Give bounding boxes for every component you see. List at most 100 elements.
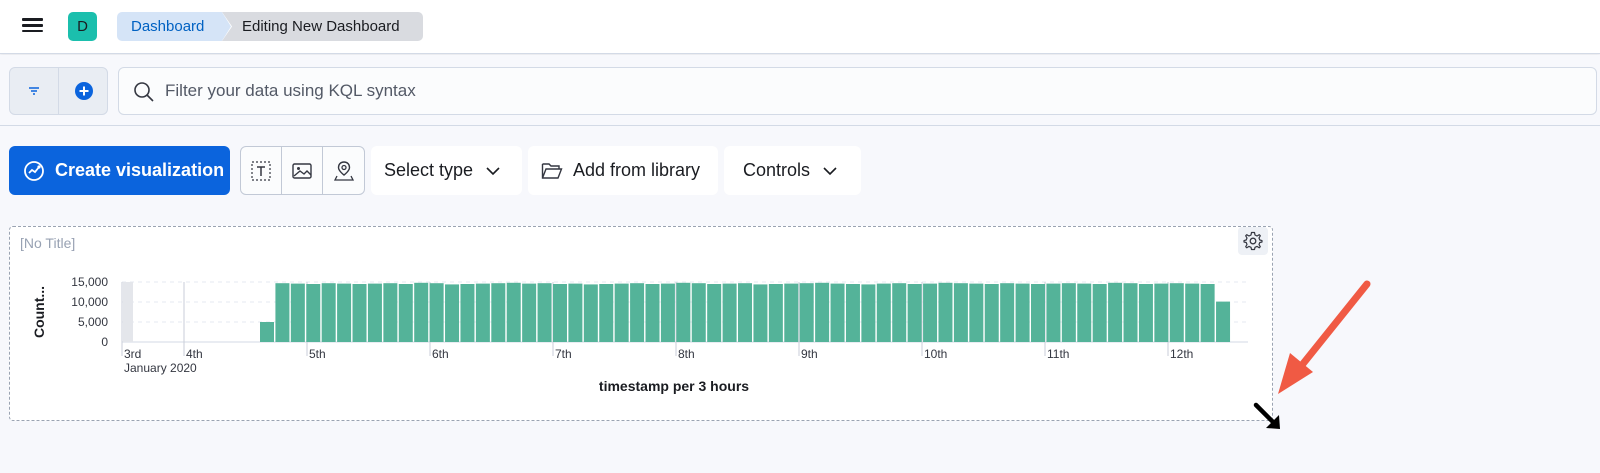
chart-bar [1154, 283, 1169, 342]
plus-circle-icon [74, 82, 93, 100]
x-tick-label: 5th [309, 347, 326, 361]
create-visualization-label: Create visualization [55, 160, 225, 180]
chart-bar [352, 284, 367, 342]
chart-bar [445, 284, 460, 342]
chart-bar [1061, 283, 1076, 342]
chart-bar [260, 322, 274, 342]
chart-bar [398, 284, 413, 342]
chart-bar [614, 283, 629, 342]
chart-bar [953, 283, 968, 342]
gear-icon [1243, 231, 1263, 251]
x-tick-label: 6th [432, 347, 449, 361]
x-tick-label: 3rd [124, 347, 141, 361]
chart-bar [1169, 283, 1184, 342]
chart-bar [583, 284, 598, 342]
chart-bar [738, 283, 753, 342]
menu-icon[interactable] [20, 15, 46, 39]
add-filter-button[interactable] [59, 68, 107, 114]
avatar[interactable]: D [68, 12, 97, 41]
add-from-library-label: Add from library [573, 160, 701, 180]
breadcrumb-editing: Editing New Dashboard [222, 12, 423, 41]
search-icon [134, 82, 154, 102]
folder-open-icon [541, 162, 563, 179]
chart-bar [676, 282, 691, 342]
chart-bar [1031, 284, 1045, 342]
chart-bar [630, 283, 645, 342]
chart-bar [1123, 283, 1138, 342]
chart-bar [429, 283, 444, 342]
chart-bar [475, 283, 490, 342]
chart-bar [506, 282, 521, 342]
chart-bar [892, 283, 907, 342]
panel-options-button[interactable] [1238, 227, 1268, 255]
chart-bar [1216, 301, 1231, 342]
query-bar [0, 55, 1600, 126]
visualization-panel[interactable]: 15,000 10,000 5,000 0 3rd 4th 5th 6th 7th 8th 9th 1… [9, 226, 1273, 421]
chevron-down-icon [486, 166, 500, 175]
partial-bucket-shade [123, 282, 133, 342]
chart-bar [768, 284, 783, 342]
chart-bar [799, 283, 814, 342]
y-tick-label: 15,000 [71, 275, 108, 289]
breadcrumb-dashboard[interactable]: Dashboard [117, 12, 231, 41]
red-annotation-arrow [1278, 280, 1371, 394]
chart-bar [537, 283, 552, 342]
visualize-app-icon [24, 160, 44, 181]
panel-title: [No Title] [20, 235, 76, 251]
chart-bar [491, 283, 506, 342]
chart-bar [753, 284, 768, 342]
select-type-dropdown[interactable]: Select type [371, 146, 522, 195]
add-map-button[interactable] [323, 147, 364, 194]
chart-bar [923, 283, 938, 342]
filter-menu-button[interactable] [10, 68, 59, 114]
image-icon [292, 162, 312, 179]
chart-bar [337, 283, 352, 342]
add-text-button[interactable] [241, 147, 282, 194]
x-tick-label: 10th [924, 347, 947, 361]
y-axis-title: Count... [31, 286, 47, 338]
chart-bar [321, 283, 336, 342]
search-input[interactable] [165, 68, 1565, 114]
chart-bar [1000, 283, 1015, 342]
x-tick-label: 7th [555, 347, 572, 361]
x-tick-label: 4th [186, 347, 203, 361]
chart-bar [707, 284, 722, 342]
chart-bar [1092, 284, 1107, 342]
filter-button-group [9, 67, 108, 115]
chart-bar [383, 283, 398, 342]
chart-bar [969, 283, 984, 342]
chart-bar [1108, 282, 1123, 342]
x-tick-label: 9th [801, 347, 818, 361]
chart-bar [938, 282, 953, 342]
controls-dropdown[interactable]: Controls [724, 146, 861, 195]
x-tick-label: 12th [1170, 347, 1193, 361]
quick-add-button-group [240, 146, 365, 195]
y-tick-label: 10,000 [71, 295, 108, 309]
chart-bar [414, 282, 429, 342]
filter-icon [29, 87, 39, 95]
chart-bar [984, 284, 999, 342]
top-header: D Editing New Dashboard Dashboard [0, 0, 1600, 54]
text-icon [251, 160, 271, 181]
chart-bar [1200, 284, 1215, 342]
chart-bar [645, 284, 660, 342]
chart-bar [876, 283, 891, 342]
x-axis-title: timestamp per 3 hours [599, 378, 749, 394]
y-tick-label: 0 [101, 335, 108, 349]
chart-bar [552, 284, 567, 342]
select-type-label: Select type [384, 160, 474, 180]
kql-search-box[interactable] [118, 67, 1597, 115]
chart-bar [815, 282, 830, 342]
add-from-library-button[interactable]: Add from library [528, 146, 718, 195]
chart-bar [691, 283, 706, 342]
add-image-button[interactable] [282, 147, 323, 194]
chart-bar [522, 283, 537, 342]
chart-bar [1138, 284, 1153, 342]
chart-bar [845, 284, 860, 342]
chart-bar [784, 283, 799, 342]
create-visualization-button[interactable]: Create visualization [9, 146, 230, 195]
chart-bar [568, 283, 583, 342]
chart-bar [722, 283, 737, 342]
chart-bar [460, 284, 475, 342]
chart-bar [306, 284, 321, 342]
